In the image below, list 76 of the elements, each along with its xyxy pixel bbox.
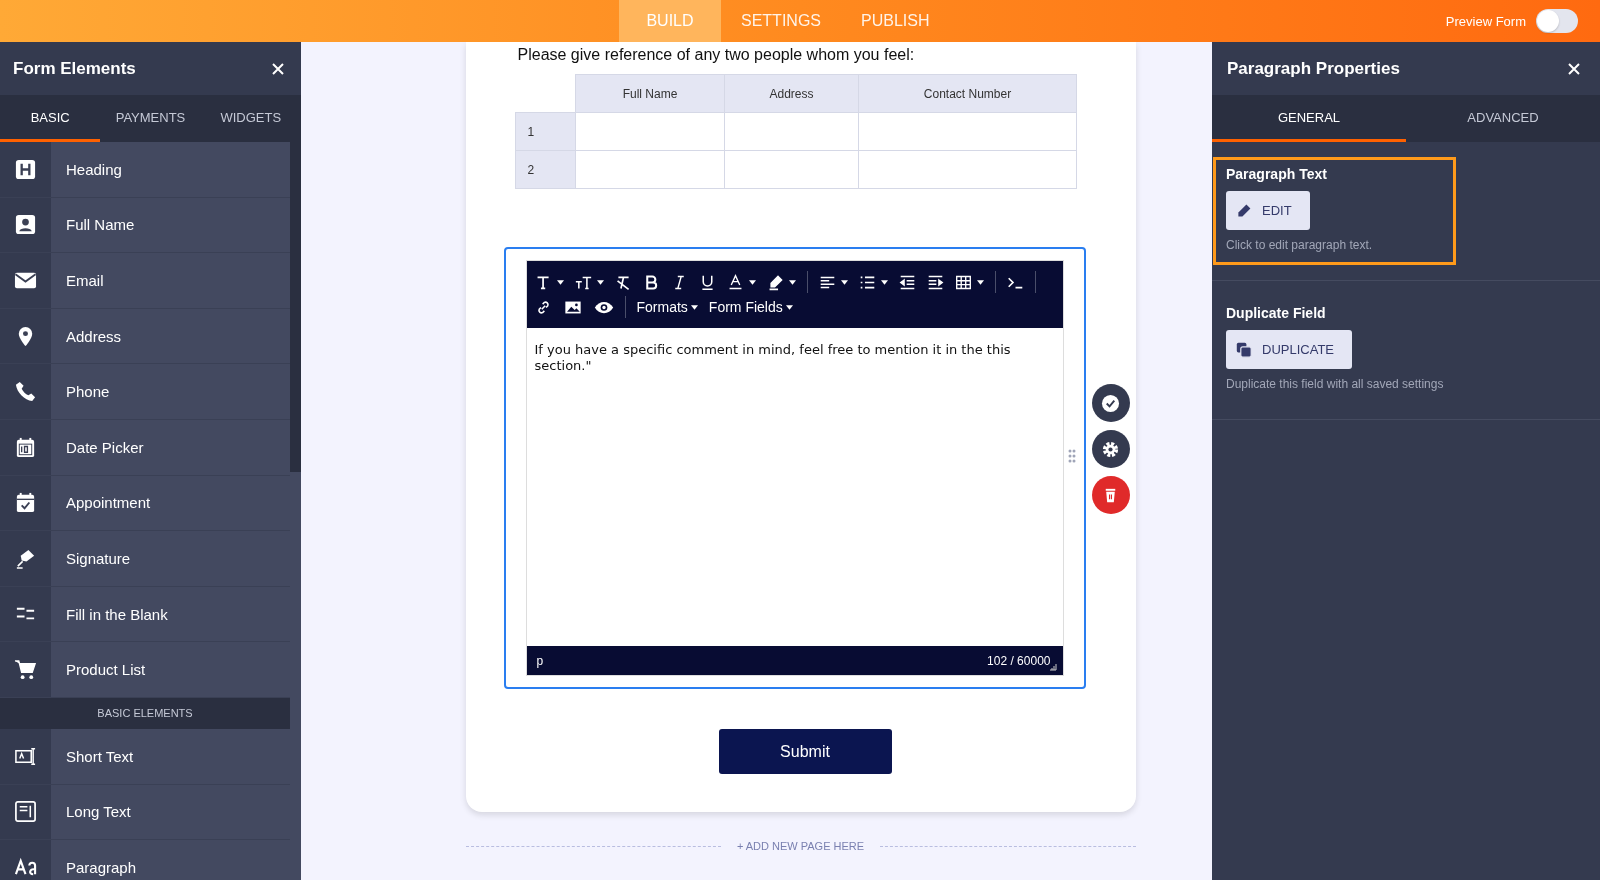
caret-icon[interactable] (788, 279, 796, 285)
caret-icon[interactable] (880, 279, 888, 285)
calendar-check-icon (14, 491, 37, 515)
settings-button[interactable] (1091, 430, 1130, 468)
table-cell[interactable] (575, 112, 725, 151)
caret-icon[interactable] (556, 279, 564, 285)
table-cell[interactable] (858, 150, 1077, 189)
element-item[interactable]: Short Text (51, 728, 290, 784)
question-text: Please give reference of any two people whom you feel: (517, 46, 916, 64)
element-item[interactable]: Signature (51, 531, 290, 586)
heading-icon (14, 157, 37, 181)
caret-icon[interactable] (976, 279, 984, 285)
delete-button[interactable] (1091, 476, 1130, 514)
drag-handle-icon[interactable] (1067, 449, 1076, 463)
indent-icon[interactable] (926, 273, 944, 291)
hint-text: Duplicate this field with all saved settings (1226, 377, 1443, 391)
duplicate-button[interactable]: DUPLICATE (1226, 330, 1352, 369)
panel-tab[interactable]: GENERAL (1212, 95, 1406, 142)
table-cell[interactable] (858, 112, 1077, 151)
close-icon[interactable] (1566, 60, 1582, 77)
copy-icon (1236, 341, 1252, 358)
calendar-icon (14, 435, 37, 459)
caret-icon[interactable] (596, 279, 604, 285)
panel-tab[interactable]: ADVANCED (1406, 95, 1600, 142)
row-number: 2 (515, 150, 576, 189)
check-button[interactable] (1091, 384, 1130, 422)
person-card-icon (14, 213, 37, 237)
outdent-icon[interactable] (898, 273, 916, 291)
cart-icon (14, 658, 37, 682)
element-item[interactable]: Fill in the Blank (51, 586, 290, 642)
hint-text: Click to edit paragraph text. (1226, 238, 1374, 252)
element-item[interactable]: Long Text (51, 784, 290, 840)
element-item[interactable]: Address (51, 308, 290, 364)
caret-icon (690, 304, 698, 310)
text-area-icon (14, 800, 37, 824)
element-item[interactable]: Appointment (51, 475, 290, 531)
check-icon (1101, 393, 1120, 413)
character-count: 102 / 60000 (987, 653, 1051, 668)
panel-title: Paragraph Properties (1227, 58, 1400, 79)
column-header: Address (724, 74, 859, 113)
panel-tab[interactable]: PAYMENTS (100, 95, 201, 142)
element-item[interactable]: Product List (51, 642, 290, 697)
element-item[interactable]: Email (51, 253, 290, 308)
toolbar-dropdown[interactable]: Formats (636, 299, 698, 315)
settings-icon (1101, 439, 1120, 459)
table-cell[interactable] (575, 150, 725, 189)
caret-icon[interactable] (748, 279, 756, 285)
column-header: Contact Number (858, 74, 1077, 113)
element-item[interactable]: Date Picker (51, 419, 290, 475)
table-cell[interactable] (724, 112, 859, 151)
caret-icon[interactable] (840, 279, 848, 285)
element-item[interactable]: Heading (51, 142, 290, 197)
section-header: BASIC ELEMENTS (0, 697, 290, 729)
preview-toggle[interactable] (1536, 9, 1578, 33)
element-item[interactable]: Phone (51, 364, 290, 419)
caret-icon (785, 304, 793, 310)
property-title: Duplicate Field (1226, 305, 1327, 321)
property-title: Paragraph Text (1226, 166, 1328, 182)
column-header: Full Name (575, 74, 725, 113)
element-path: p (536, 653, 544, 668)
resize-grip-icon[interactable] (1048, 663, 1057, 671)
table-icon[interactable] (954, 273, 972, 291)
close-icon[interactable] (270, 60, 286, 77)
table-cell[interactable] (724, 150, 859, 189)
edit-button[interactable]: EDIT (1226, 191, 1310, 230)
panel-tab[interactable]: WIDGETS (200, 95, 301, 142)
pencil-icon (1236, 202, 1252, 219)
add-page-link[interactable]: + ADD NEW PAGE HERE (736, 840, 865, 852)
toolbar-dropdown[interactable]: Form Fields (708, 299, 793, 315)
submit-button[interactable]: Submit (718, 729, 892, 774)
preview-label: Preview Form (1445, 13, 1526, 29)
panel-title: Form Elements (13, 58, 136, 79)
phone-icon (14, 380, 37, 404)
element-item[interactable]: Paragraph (51, 840, 290, 880)
element-item[interactable]: Full Name (51, 197, 290, 253)
row-number: 1 (515, 112, 576, 151)
